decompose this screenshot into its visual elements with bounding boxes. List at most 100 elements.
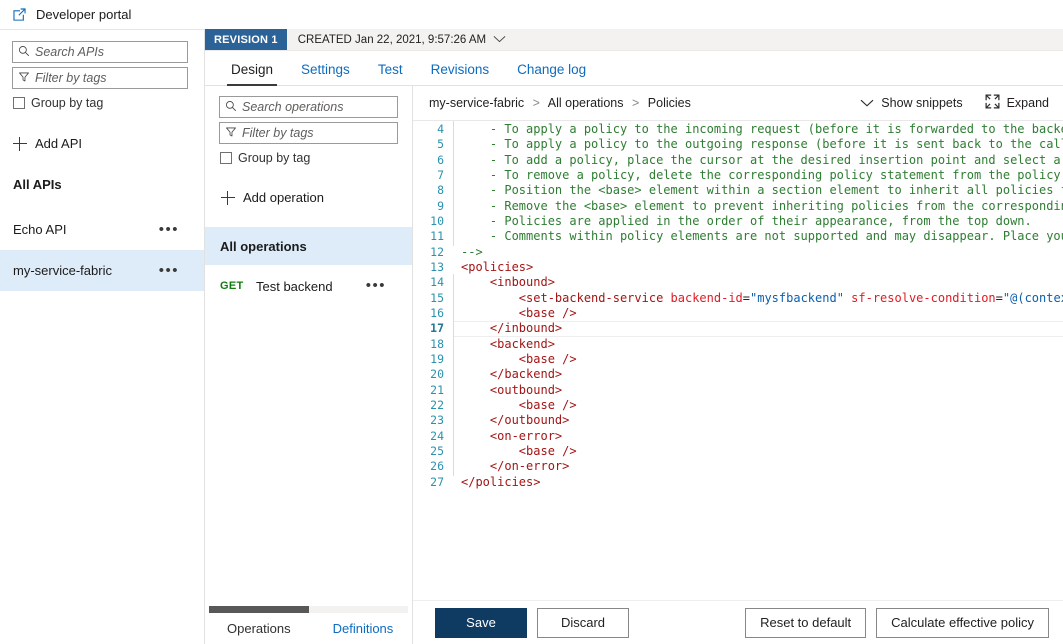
code-line[interactable]: 4 - To apply a policy to the incoming re…	[413, 122, 1063, 137]
chevron-down-icon	[860, 96, 874, 110]
code-line[interactable]: 5 - To apply a policy to the outgoing re…	[413, 137, 1063, 152]
code-line[interactable]: 21 <outbound>	[413, 383, 1063, 398]
scrollbar-thumb[interactable]	[209, 606, 309, 613]
filter-operations-by-tags-input[interactable]: Filter by tags	[219, 122, 398, 144]
revision-created-dropdown[interactable]: CREATED Jan 22, 2021, 9:57:26 AM	[287, 29, 506, 50]
tab-design[interactable]: Design	[217, 62, 287, 85]
checkbox-box	[220, 152, 232, 164]
group-by-tag-checkbox-operations[interactable]: Group by tag	[220, 151, 398, 165]
line-content[interactable]: <policies>	[453, 260, 1063, 275]
code-line[interactable]: 25 <base />	[413, 444, 1063, 459]
line-content[interactable]: - Comments within policy elements are no…	[453, 229, 1063, 244]
tab-definitions[interactable]: Definitions	[333, 621, 394, 636]
tab-operations[interactable]: Operations	[227, 621, 291, 636]
search-operations-input[interactable]: Search operations	[219, 96, 398, 118]
line-content[interactable]: - To add a policy, place the cursor at t…	[453, 153, 1063, 168]
code-line[interactable]: 10 - Policies are applied in the order o…	[413, 214, 1063, 229]
code-line[interactable]: 23 </outbound>	[413, 413, 1063, 428]
discard-button[interactable]: Discard	[537, 608, 629, 638]
code-line[interactable]: 20 </backend>	[413, 367, 1063, 382]
sidebar-item-my-service-fabric[interactable]: my-service-fabric •••	[0, 250, 204, 291]
operation-context-menu-button[interactable]: •••	[366, 282, 398, 290]
breadcrumb-api[interactable]: my-service-fabric	[429, 96, 524, 110]
code-line[interactable]: 18 <backend>	[413, 337, 1063, 352]
policy-code-editor[interactable]: 4 - To apply a policy to the incoming re…	[413, 120, 1063, 600]
line-content[interactable]: <backend>	[453, 337, 1063, 352]
line-content[interactable]: <outbound>	[453, 383, 1063, 398]
code-line[interactable]: 17 </inbound>	[413, 321, 1063, 336]
line-content[interactable]: - Position the <base> element within a s…	[453, 183, 1063, 198]
line-number: 5	[413, 137, 453, 152]
calculate-effective-policy-button[interactable]: Calculate effective policy	[876, 608, 1049, 638]
search-icon	[18, 45, 35, 60]
code-line[interactable]: 6 - To add a policy, place the cursor at…	[413, 153, 1063, 168]
code-line[interactable]: 27</policies>	[413, 475, 1063, 490]
api-context-menu-button[interactable]: •••	[159, 267, 191, 275]
tab-revisions[interactable]: Revisions	[417, 62, 504, 85]
line-content[interactable]: </policies>	[453, 475, 1063, 490]
add-api-button[interactable]: Add API	[13, 136, 204, 151]
expand-button[interactable]: Expand	[985, 94, 1049, 112]
code-line[interactable]: 19 <base />	[413, 352, 1063, 367]
line-content[interactable]: </outbound>	[453, 413, 1063, 428]
code-line[interactable]: 11 - Comments within policy elements are…	[413, 229, 1063, 244]
line-content[interactable]: </inbound>	[453, 321, 1063, 336]
code-line[interactable]: 9 - Remove the <base> element to prevent…	[413, 199, 1063, 214]
breadcrumb-scope[interactable]: All operations	[548, 96, 624, 110]
http-verb-badge: GET	[220, 280, 256, 292]
code-line[interactable]: 26 </on-error>	[413, 459, 1063, 474]
line-content[interactable]: - Policies are applied in the order of t…	[453, 214, 1063, 229]
code-line[interactable]: 12-->	[413, 245, 1063, 260]
code-line[interactable]: 16 <base />	[413, 306, 1063, 321]
line-content[interactable]: <base />	[453, 444, 1063, 459]
token-cmt: - To apply a policy to the incoming requ…	[461, 122, 1063, 136]
group-by-tag-checkbox-apis[interactable]: Group by tag	[13, 96, 192, 110]
line-content[interactable]: <base />	[453, 352, 1063, 367]
reset-to-default-button[interactable]: Reset to default	[745, 608, 866, 638]
line-content[interactable]: <set-backend-service backend-id="mysfbac…	[453, 291, 1063, 306]
code-line[interactable]: 14 <inbound>	[413, 275, 1063, 290]
line-content[interactable]: </backend>	[453, 367, 1063, 382]
code-line[interactable]: 13<policies>	[413, 260, 1063, 275]
plus-icon	[13, 137, 27, 151]
api-context-menu-button[interactable]: •••	[159, 226, 191, 234]
line-content[interactable]: - Remove the <base> element to prevent i…	[453, 199, 1063, 214]
token-attr: backend-id	[671, 291, 743, 305]
search-icon	[225, 100, 242, 115]
developer-portal-link[interactable]: Developer portal	[12, 7, 131, 22]
code-line[interactable]: 22 <base />	[413, 398, 1063, 413]
code-line[interactable]: 24 <on-error>	[413, 429, 1063, 444]
all-operations-item[interactable]: All operations	[205, 227, 412, 265]
breadcrumb-page: Policies	[648, 96, 691, 110]
line-number: 22	[413, 398, 453, 413]
sidebar-item-echo-api[interactable]: Echo API •••	[0, 209, 204, 250]
line-content[interactable]: <on-error>	[453, 429, 1063, 444]
search-apis-input[interactable]: Search APIs	[12, 41, 188, 63]
line-content[interactable]: -->	[453, 245, 1063, 260]
add-operation-button[interactable]: Add operation	[221, 190, 412, 205]
code-line[interactable]: 15 <set-backend-service backend-id="mysf…	[413, 291, 1063, 306]
plus-icon	[221, 191, 235, 205]
operation-row-test-backend[interactable]: GET Test backend •••	[205, 265, 412, 307]
line-content[interactable]: <inbound>	[453, 275, 1063, 290]
filter-apis-by-tags-input[interactable]: Filter by tags	[12, 67, 188, 89]
code-lines-container[interactable]: 4 - To apply a policy to the incoming re…	[413, 121, 1063, 600]
tab-settings[interactable]: Settings	[287, 62, 364, 85]
line-number: 21	[413, 383, 453, 398]
token-tag: <backend>	[490, 337, 555, 351]
code-line[interactable]: 7 - To remove a policy, delete the corre…	[413, 168, 1063, 183]
chevron-down-icon	[493, 34, 506, 46]
line-content[interactable]: - To apply a policy to the outgoing resp…	[453, 137, 1063, 152]
group-by-tag-label: Group by tag	[31, 96, 103, 110]
code-line[interactable]: 8 - Position the <base> element within a…	[413, 183, 1063, 198]
line-content[interactable]: </on-error>	[453, 459, 1063, 474]
tab-test[interactable]: Test	[364, 62, 417, 85]
line-content[interactable]: <base />	[453, 306, 1063, 321]
line-content[interactable]: - To remove a policy, delete the corresp…	[453, 168, 1063, 183]
show-snippets-button[interactable]: Show snippets	[860, 96, 962, 110]
save-button[interactable]: Save	[435, 608, 527, 638]
tab-change-log[interactable]: Change log	[503, 62, 600, 85]
operations-horizontal-scrollbar[interactable]	[209, 606, 408, 613]
line-content[interactable]: <base />	[453, 398, 1063, 413]
line-content[interactable]: - To apply a policy to the incoming requ…	[453, 122, 1063, 137]
